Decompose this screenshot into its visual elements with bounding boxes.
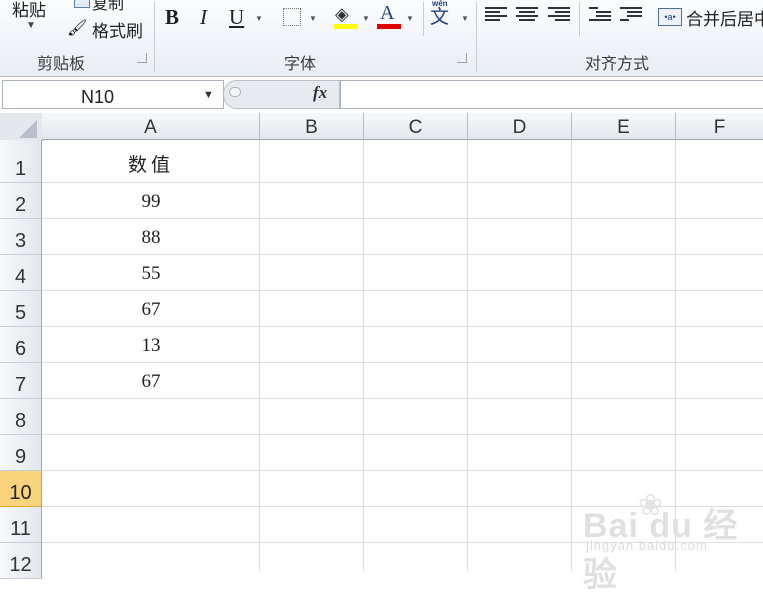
phonetic-dropdown-icon[interactable]: ▼ <box>461 14 469 23</box>
grid-line <box>42 398 763 399</box>
merge-center-icon[interactable]: •a• <box>658 8 682 26</box>
underline-button[interactable]: U <box>229 5 244 30</box>
row-header-12[interactable]: 12 <box>0 543 42 579</box>
group-divider <box>476 2 477 72</box>
underline-dropdown-icon[interactable]: ▼ <box>255 14 263 23</box>
group-divider <box>154 2 155 72</box>
font-color-button[interactable]: A <box>380 2 394 25</box>
row-header-9[interactable]: 9 <box>0 435 42 471</box>
watermark-url: jingyan.baidu.com <box>586 538 708 553</box>
phonetic-guide-button[interactable]: 文 <box>430 2 449 29</box>
increase-indent-icon[interactable] <box>620 7 642 25</box>
row-header-1[interactable]: 1 <box>0 140 42 183</box>
font-dialog-launcher-icon[interactable] <box>457 53 467 63</box>
align-center-icon[interactable] <box>516 7 538 25</box>
decrease-indent-icon[interactable] <box>589 7 611 25</box>
cell-a1[interactable]: 数值 <box>43 150 259 177</box>
row-header-6[interactable]: 6 <box>0 327 42 363</box>
name-box[interactable]: N10 ▼ <box>2 80 224 109</box>
format-painter-button[interactable]: 格式刷 <box>92 17 143 42</box>
ribbon: 粘贴 ▼ 复制 🖌 格式刷 剪贴板 B I U ▼ ▼ ◈ ▼ A ▼ wén … <box>0 0 763 77</box>
group-divider <box>423 2 424 36</box>
row-header-10-active[interactable]: 10 <box>0 471 42 507</box>
cell-a4[interactable]: 55 <box>43 263 259 285</box>
grid-line <box>42 326 763 327</box>
clipboard-dialog-launcher-icon[interactable] <box>137 53 147 63</box>
formula-bar: N10 ▼ fx <box>0 77 763 112</box>
grid-line <box>42 290 763 291</box>
cell-a5[interactable]: 67 <box>43 299 259 321</box>
font-group-label: 字体 <box>284 56 317 73</box>
paste-dropdown-icon[interactable]: ▼ <box>26 20 36 31</box>
cell-a7[interactable]: 67 <box>43 371 259 393</box>
formula-bar-resize-handle[interactable] <box>229 87 241 97</box>
row-header-4[interactable]: 4 <box>0 255 42 291</box>
bold-button[interactable]: B <box>165 5 179 30</box>
grid-line <box>42 470 763 471</box>
clipboard-group-label: 剪贴板 <box>37 56 86 73</box>
row-header-5[interactable]: 5 <box>0 291 42 327</box>
cell-a6[interactable]: 13 <box>43 335 259 357</box>
row-header-11[interactable]: 11 <box>0 507 42 543</box>
align-right-icon[interactable] <box>548 7 570 25</box>
column-header-b[interactable]: B <box>260 113 364 140</box>
fill-color-swatch <box>334 24 358 29</box>
font-color-dropdown-icon[interactable]: ▼ <box>406 14 414 23</box>
formula-input[interactable] <box>340 80 763 109</box>
cell-a2[interactable]: 99 <box>43 191 259 213</box>
grid-line <box>42 362 763 363</box>
borders-dropdown-icon[interactable]: ▼ <box>309 14 317 23</box>
insert-function-button[interactable]: fx <box>313 83 327 103</box>
grid-line <box>42 218 763 219</box>
grid-line <box>42 182 763 183</box>
format-painter-icon[interactable]: 🖌 <box>67 18 87 38</box>
grid-line <box>42 254 763 255</box>
paste-button[interactable]: 粘贴 <box>12 0 46 21</box>
column-header-e[interactable]: E <box>572 113 676 140</box>
copy-button[interactable]: 复制 <box>92 0 124 14</box>
align-left-icon[interactable] <box>485 7 507 25</box>
row-header-8[interactable]: 8 <box>0 399 42 435</box>
group-divider <box>579 2 580 36</box>
font-color-swatch <box>377 24 401 29</box>
column-header-d[interactable]: D <box>468 113 572 140</box>
merge-center-button[interactable]: 合并后居中 <box>686 5 763 30</box>
column-header-a[interactable]: A <box>42 113 260 140</box>
row-header-3[interactable]: 3 <box>0 219 42 255</box>
cell-a3[interactable]: 88 <box>43 227 259 249</box>
name-box-dropdown-icon[interactable]: ▼ <box>203 89 214 101</box>
copy-icon[interactable] <box>74 0 90 8</box>
fill-color-dropdown-icon[interactable]: ▼ <box>362 14 370 23</box>
fill-color-icon[interactable]: ◈ <box>335 4 349 25</box>
borders-icon[interactable] <box>283 8 301 26</box>
alignment-group-label: 对齐方式 <box>585 56 650 73</box>
italic-button[interactable]: I <box>200 5 207 30</box>
grid-line <box>42 434 763 435</box>
select-all-triangle-icon <box>19 120 37 138</box>
row-header-7[interactable]: 7 <box>0 363 42 399</box>
row-header-2[interactable]: 2 <box>0 183 42 219</box>
column-header-f[interactable]: F <box>676 113 763 140</box>
name-box-value: N10 <box>81 87 115 107</box>
column-header-c[interactable]: C <box>364 113 468 140</box>
